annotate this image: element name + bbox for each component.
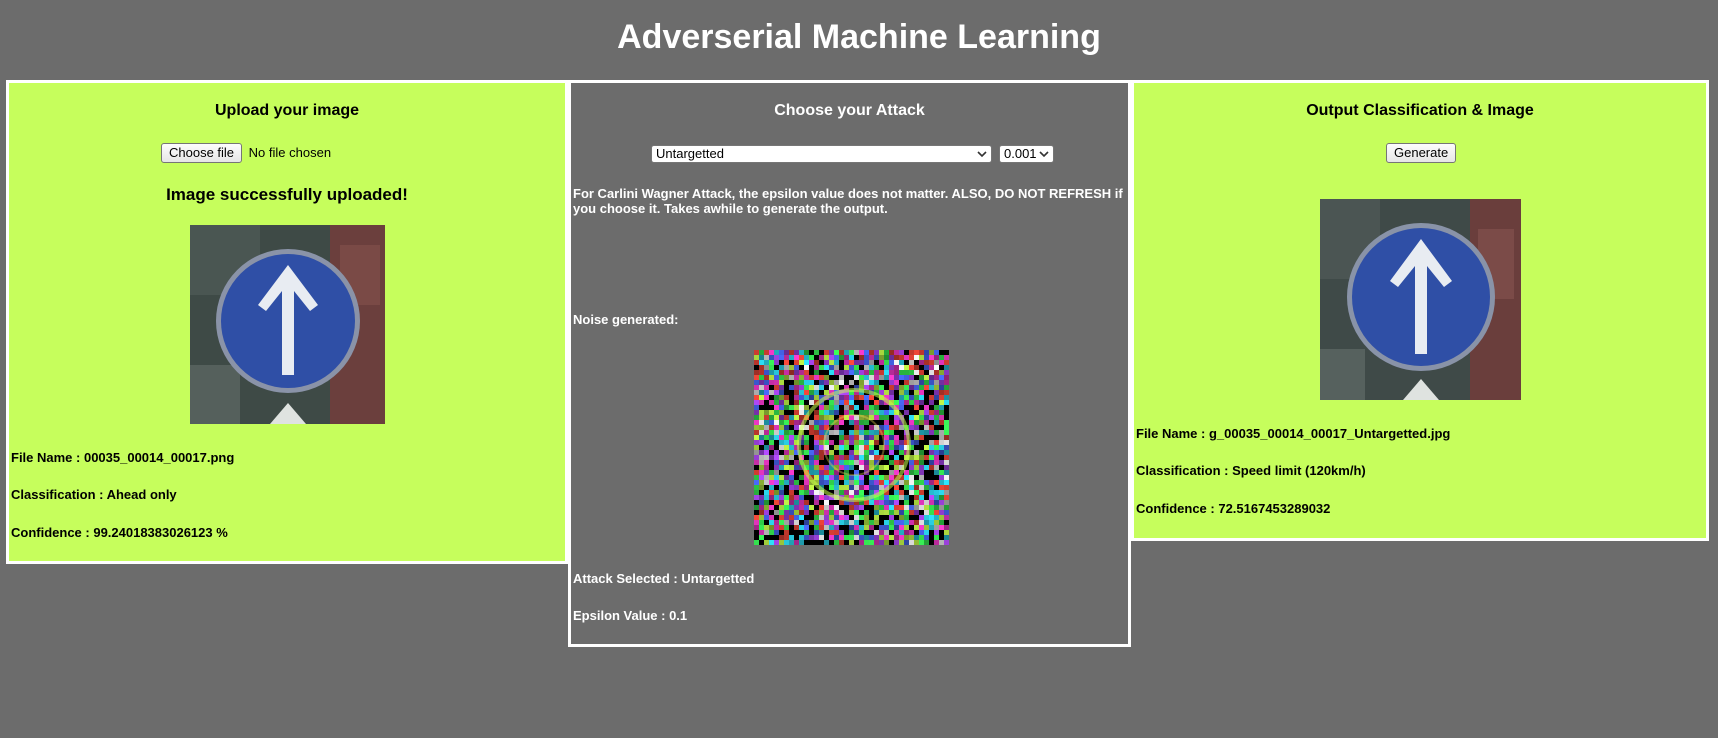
file-input[interactable]: Choose file No file chosen [161, 143, 331, 163]
output-heading: Output Classification & Image [1306, 102, 1534, 119]
attack-type-select[interactable]: Untargetted [651, 145, 992, 163]
attack-type-value: Untargetted [656, 146, 724, 161]
upload-heading: Upload your image [214, 102, 360, 119]
noise-label: Noise generated: [573, 312, 679, 327]
attack-heading: Choose your Attack [774, 102, 925, 119]
upload-confidence: Confidence : 99.24018383026123 % [11, 525, 228, 540]
upload-panel: Upload your image Choose file No file ch… [6, 80, 568, 564]
choose-file-button[interactable]: Choose file [161, 143, 243, 163]
upload-file-name: File Name : 00035_00014_00017.png [11, 450, 235, 465]
attack-panel: Choose your Attack Untargetted 0.001 For… [568, 80, 1131, 647]
epsilon-value: 0.001 [1004, 146, 1037, 161]
output-confidence: Confidence : 72.5167453289032 [1136, 501, 1331, 516]
output-panel: Output Classification & Image Generate F… [1131, 80, 1709, 541]
no-file-text: No file chosen [248, 145, 332, 160]
output-file-name: File Name : g_00035_00014_00017_Untarget… [1136, 426, 1451, 441]
uploaded-sign-image [190, 225, 385, 424]
output-classification: Classification : Speed limit (120km/h) [1136, 463, 1366, 478]
generate-button[interactable]: Generate [1386, 143, 1457, 163]
epsilon-value-text: Epsilon Value : 0.1 [573, 608, 688, 623]
page-title: Adverserial Machine Learning [617, 18, 1101, 56]
attack-selected: Attack Selected : Untargetted [573, 571, 755, 586]
carlini-wagner-note: For Carlini Wagner Attack, the epsilon v… [573, 186, 1123, 216]
upload-classification: Classification : Ahead only [11, 487, 177, 502]
output-sign-image [1320, 199, 1521, 400]
chevron-down-icon [1039, 151, 1049, 158]
chevron-down-icon [977, 151, 987, 158]
upload-success-message: Image successfully uploaded! [166, 185, 408, 204]
epsilon-select[interactable]: 0.001 [999, 145, 1054, 163]
noise-image [754, 350, 949, 545]
